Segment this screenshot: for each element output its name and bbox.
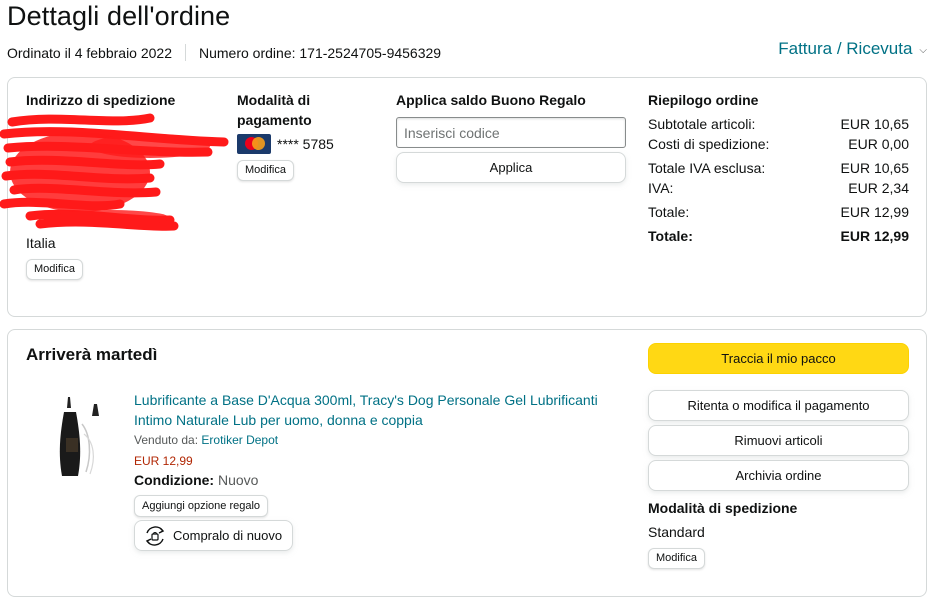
shipping-method-value: Standard: [648, 524, 705, 540]
edit-payment-button[interactable]: Modifica: [237, 160, 294, 181]
payment-heading: Modalità di pagamento: [237, 92, 312, 128]
page-title: Dettagli dell'ordine: [7, 1, 231, 31]
summary-row: IVA: EUR 2,34: [648, 180, 909, 196]
invoice-dropdown[interactable]: Fattura / Ricevuta ⌵: [778, 39, 927, 59]
meta-divider: [185, 44, 186, 61]
product-price: EUR 12,99: [134, 454, 193, 468]
order-date: Ordinato il 4 febbraio 2022: [7, 44, 172, 61]
product-image[interactable]: [46, 394, 106, 480]
shipping-method-heading: Modalità di spedizione: [648, 500, 798, 516]
invoice-link-label: Fattura / Ricevuta: [778, 39, 913, 58]
mastercard-icon: [237, 134, 271, 154]
summary-heading: Riepilogo ordine: [648, 92, 759, 108]
apply-gift-button[interactable]: Applica: [396, 152, 626, 183]
order-meta: Ordinato il 4 febbraio 2022 Numero ordin…: [7, 44, 441, 61]
order-summary: Riepilogo ordine Subtotale articoli: EUR …: [648, 90, 909, 246]
shipment-box: Arriverà martedì Lubrificante a Base D'A…: [7, 329, 927, 597]
gift-code-input[interactable]: [396, 117, 626, 148]
sold-by: Venduto da: Erotiker Depot: [134, 433, 279, 447]
seller-link[interactable]: Erotiker Depot: [201, 433, 278, 447]
address-country: Italia: [26, 235, 56, 251]
gift-card-heading: Applica saldo Buono Regalo: [396, 92, 586, 108]
payment-card: **** 5785: [237, 134, 334, 154]
order-info-box: Indirizzo di spedizione Italia Modifica …: [0, 77, 927, 317]
track-package-button[interactable]: Traccia il mio pacco: [648, 343, 909, 374]
shipping-address-heading: Indirizzo di spedizione: [26, 92, 176, 108]
summary-row: Subtotale articoli: EUR 10,65: [648, 116, 909, 132]
summary-row: Totale: EUR 12,99: [648, 204, 909, 220]
remove-items-button[interactable]: Rimuovi articoli: [648, 425, 909, 456]
product-condition: Condizione: Nuovo: [134, 472, 259, 488]
summary-row: Costi di spedizione: EUR 0,00: [648, 136, 909, 152]
summary-row: Totale IVA esclusa: EUR 10,65: [648, 160, 909, 176]
edit-address-button[interactable]: Modifica: [26, 259, 83, 280]
add-gift-option-button[interactable]: Aggiungi opzione regalo: [134, 495, 269, 517]
redacted-address-scribble: [0, 113, 229, 231]
card-number: **** 5785: [277, 136, 334, 152]
summary-grand-total: Totale: EUR 12,99: [648, 228, 909, 244]
buy-again-button[interactable]: Compralo di nuovo: [134, 520, 294, 551]
archive-order-button[interactable]: Archivia ordine: [648, 460, 909, 491]
buy-again-label: Compralo di nuovo: [173, 528, 283, 543]
retry-payment-button[interactable]: Ritenta o modifica il pagamento: [648, 390, 909, 421]
chevron-down-icon: ⌵: [919, 44, 927, 56]
order-number: Numero ordine: 171-2524705-9456329: [199, 44, 442, 61]
buy-again-icon: [145, 525, 165, 546]
edit-shipping-method-button[interactable]: Modifica: [648, 548, 705, 569]
product-title-link[interactable]: Lubrificante a Base D'Acqua 300ml, Tracy…: [134, 390, 614, 430]
delivery-status: Arriverà martedì: [26, 345, 158, 364]
